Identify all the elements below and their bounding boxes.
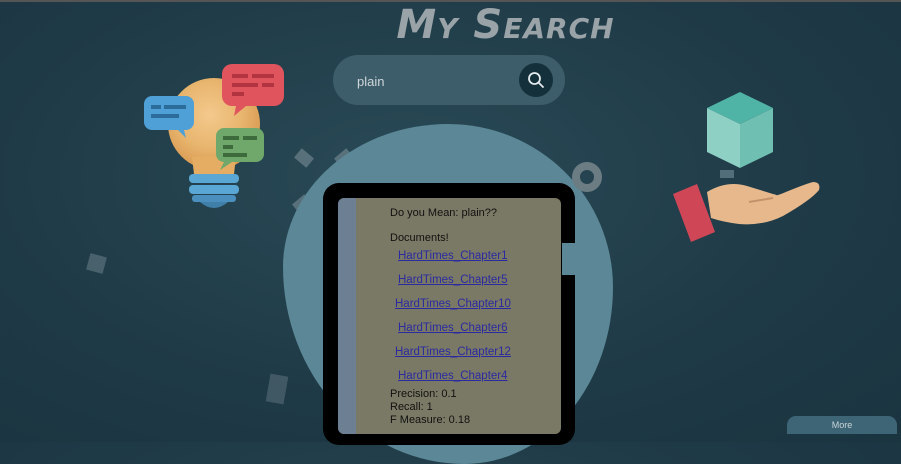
document-link[interactable]: HardTimes_Chapter4 [398, 370, 508, 382]
document-link[interactable]: HardTimes_Chapter5 [398, 274, 508, 286]
decorative-square [86, 253, 107, 274]
search-button[interactable] [519, 63, 553, 97]
tablet-side-button [562, 243, 576, 275]
more-button[interactable]: More [787, 416, 897, 434]
search-bar [333, 55, 565, 105]
documents-heading: Documents! [390, 232, 449, 244]
ring-decoration [572, 162, 602, 192]
lightbulb-chat-illustration [144, 64, 284, 208]
precision-value: Precision: 0.1 [390, 388, 457, 400]
decorative-square [265, 373, 289, 405]
document-link[interactable]: HardTimes_Chapter1 [398, 250, 508, 262]
results-panel-edge [338, 198, 356, 434]
spelling-suggestion: Do you Mean: plain?? [390, 207, 498, 219]
page-title: My Search [396, 2, 615, 48]
search-icon [528, 72, 544, 88]
f-measure-value: F Measure: 0.18 [390, 414, 471, 426]
recall-value: Recall: 1 [390, 401, 433, 413]
document-link[interactable]: HardTimes_Chapter10 [395, 298, 511, 310]
document-link[interactable]: HardTimes_Chapter6 [398, 322, 508, 334]
document-link[interactable]: HardTimes_Chapter12 [395, 346, 511, 358]
results-panel: Do you Mean: plain?? Documents! HardTime… [338, 198, 561, 434]
decorative-square [294, 148, 314, 168]
search-input[interactable] [355, 69, 509, 93]
hand-holding-box-illustration [673, 92, 820, 242]
